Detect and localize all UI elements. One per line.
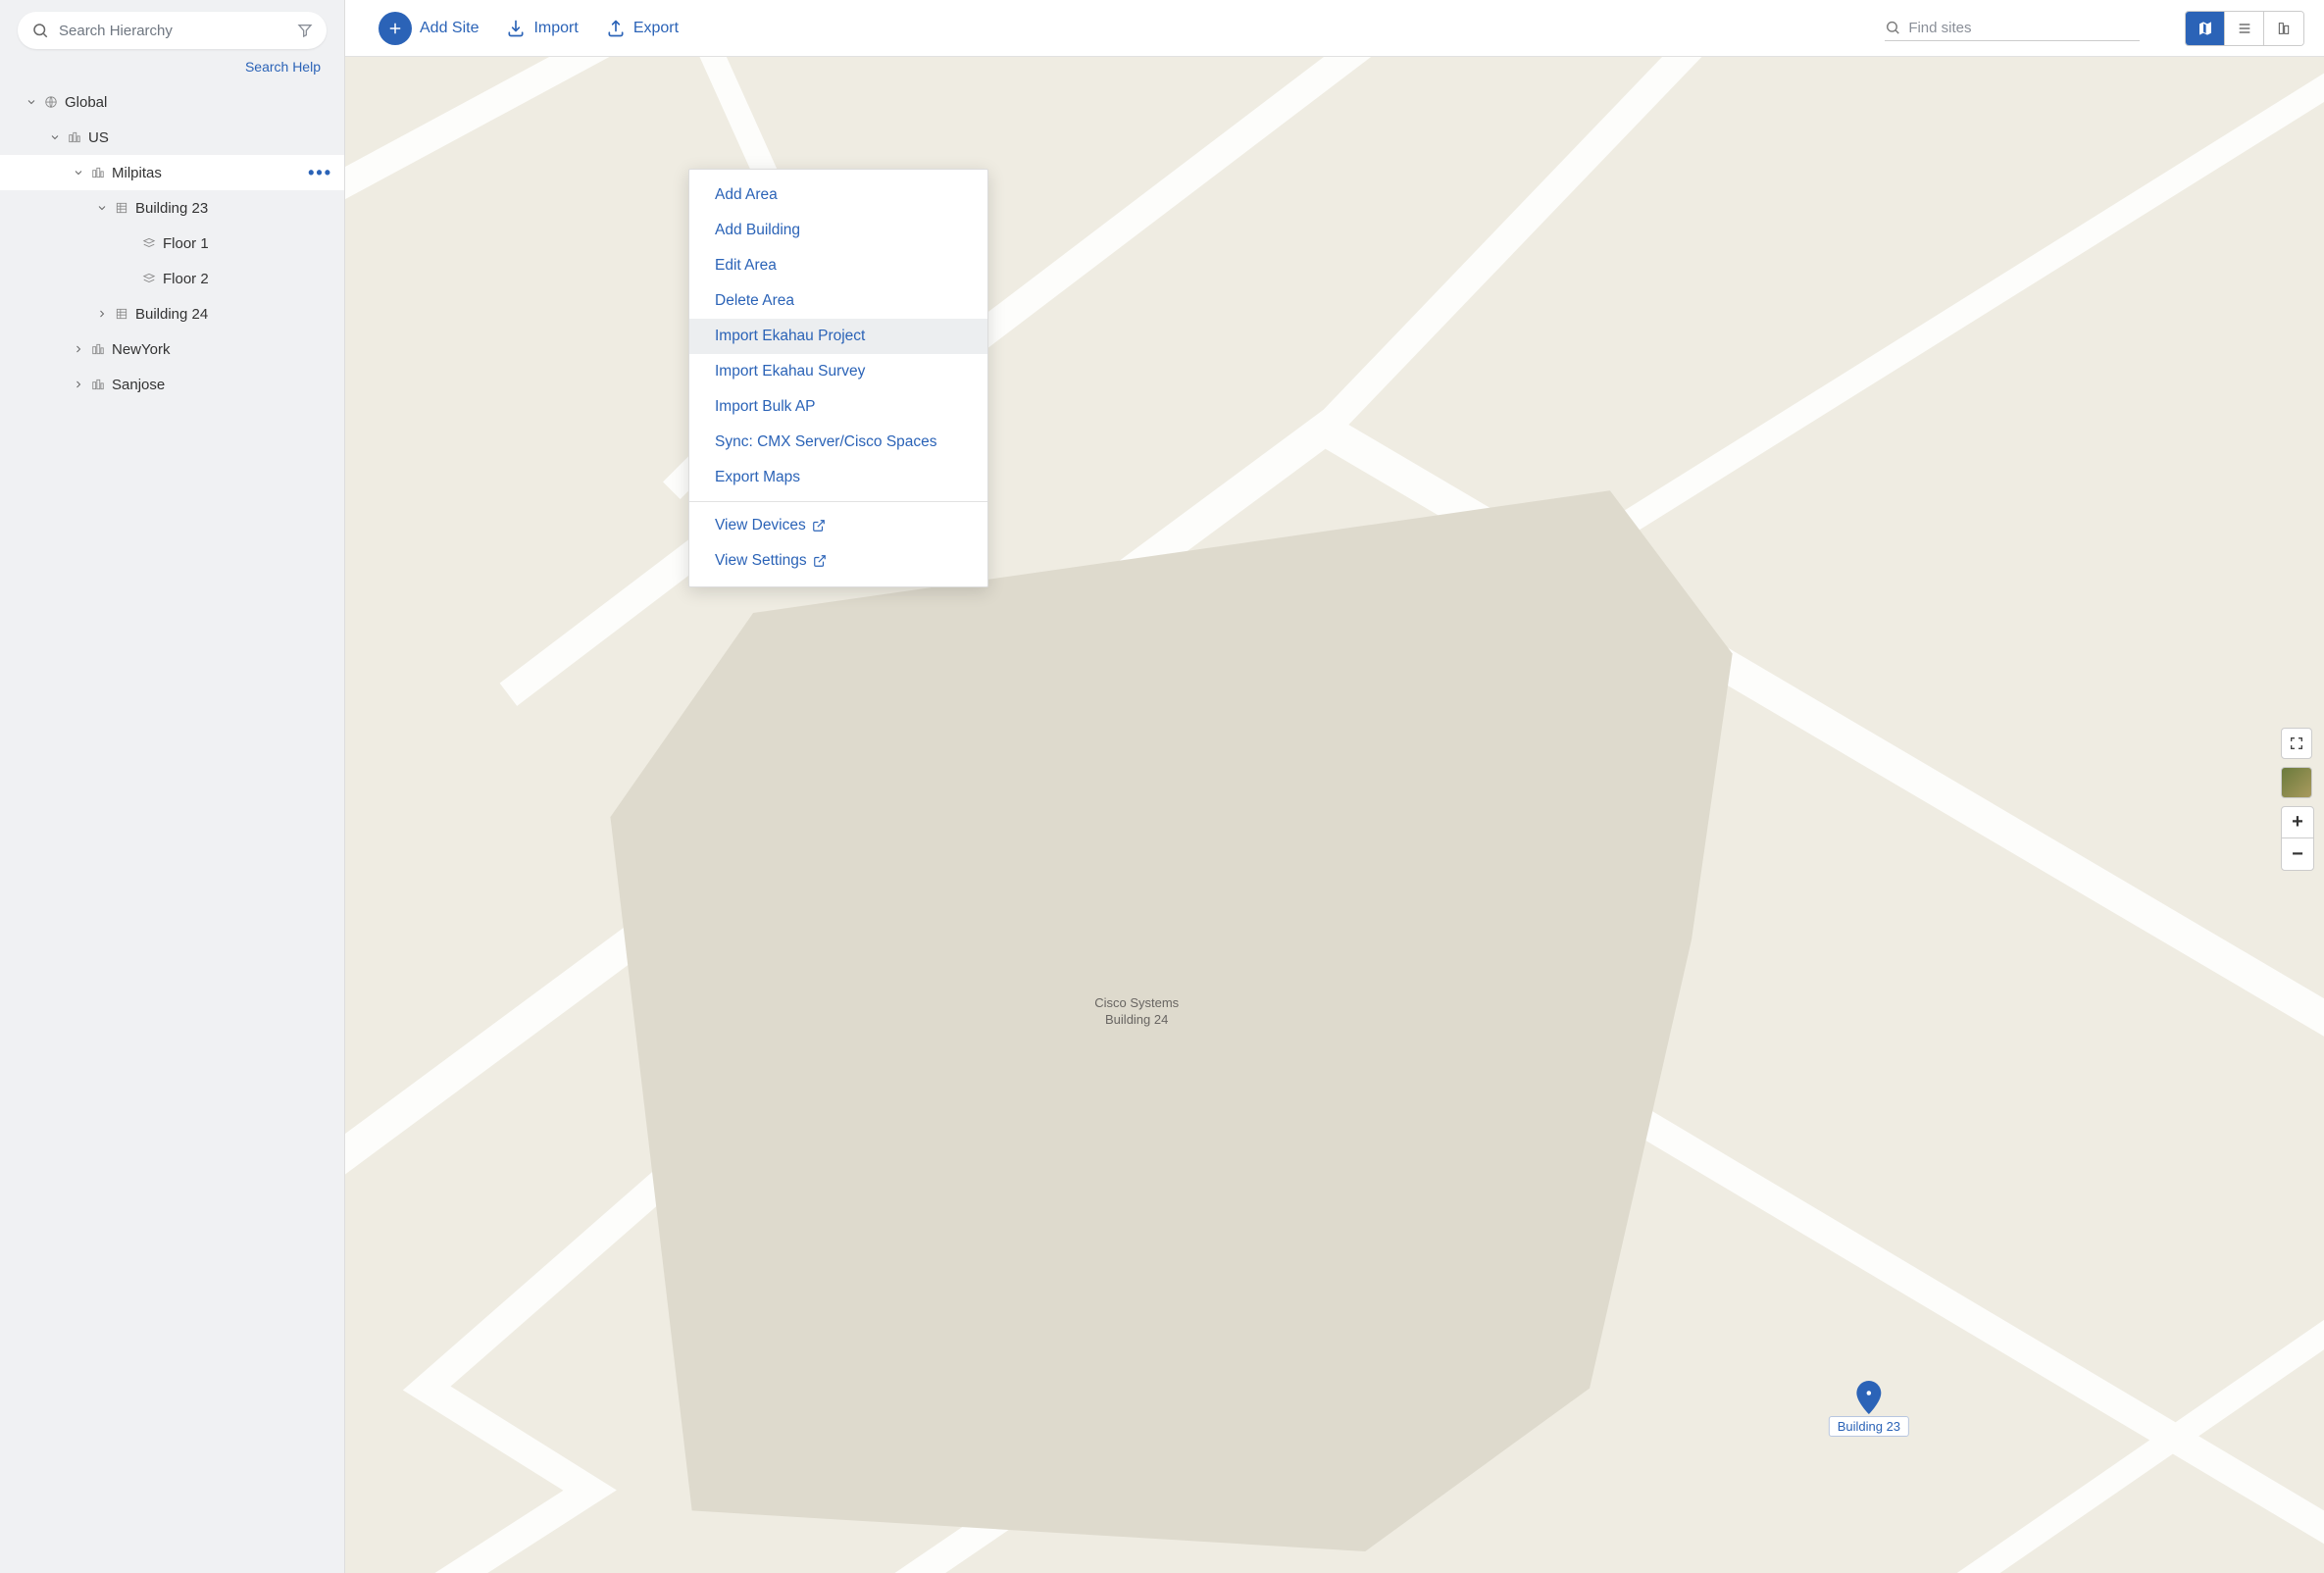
ctx-add-building[interactable]: Add Building <box>689 213 987 248</box>
floor-icon <box>141 272 157 285</box>
map-icon <box>2198 21 2213 36</box>
search-help-link[interactable]: Search Help <box>245 59 321 75</box>
ctx-import-bulk-ap[interactable]: Import Bulk AP <box>689 389 987 425</box>
tree-label: Building 24 <box>135 306 208 323</box>
ctx-import-ekahau-project[interactable]: Import Ekahau Project <box>689 319 987 354</box>
building-view-button[interactable] <box>2264 12 2303 45</box>
add-site-button[interactable]: Add Site <box>379 12 479 45</box>
ctx-sync-cmx[interactable]: Sync: CMX Server/Cisco Spaces <box>689 425 987 460</box>
pin-icon <box>1855 1381 1883 1414</box>
tree-node-building24[interactable]: Building 24 <box>0 296 344 331</box>
marker-label: Building 23 <box>1829 1416 1909 1437</box>
search-hierarchy-box[interactable] <box>18 12 327 49</box>
tree-node-floor2[interactable]: Floor 2 <box>0 261 344 296</box>
zoom-in-button[interactable]: + <box>2282 807 2313 838</box>
plus-icon <box>379 12 412 45</box>
export-label: Export <box>633 20 679 37</box>
chevron-right-icon <box>73 343 84 355</box>
tree-label: Sanjose <box>112 377 165 393</box>
tree-label: Building 23 <box>135 200 208 217</box>
satellite-toggle-button[interactable] <box>2281 767 2312 798</box>
hierarchy-tree: Global US Milpitas ••• Building 23 Floor… <box>0 84 344 1573</box>
tree-node-floor1[interactable]: Floor 1 <box>0 226 344 261</box>
import-label: Import <box>533 20 578 37</box>
tree-node-us[interactable]: US <box>0 120 344 155</box>
map-canvas[interactable]: Cisco SystemsBuilding 24 Building 23 + − <box>345 57 2324 1573</box>
ctx-view-devices[interactable]: View Devices <box>689 508 987 543</box>
search-hierarchy-input[interactable] <box>59 23 297 39</box>
map-background <box>345 57 2324 1573</box>
map-view-button[interactable] <box>2186 12 2225 45</box>
ctx-import-ekahau-survey[interactable]: Import Ekahau Survey <box>689 354 987 389</box>
tree-label: Floor 2 <box>163 271 209 287</box>
list-view-button[interactable] <box>2225 12 2264 45</box>
search-icon <box>31 22 49 39</box>
area-icon <box>90 378 106 391</box>
find-sites-input[interactable] <box>1908 20 2140 36</box>
divider <box>689 501 987 502</box>
chevron-right-icon <box>96 308 108 320</box>
context-menu: Add Area Add Building Edit Area Delete A… <box>688 169 988 587</box>
view-toggle-group <box>2185 11 2304 46</box>
tree-label: Milpitas <box>112 165 162 181</box>
zoom-controls: + − <box>2281 806 2314 871</box>
ctx-edit-area[interactable]: Edit Area <box>689 248 987 283</box>
tree-node-sanjose[interactable]: Sanjose <box>0 367 344 402</box>
building-icon <box>114 201 129 215</box>
chevron-down-icon <box>25 96 37 108</box>
more-options-icon[interactable]: ••• <box>308 163 332 183</box>
area-icon <box>67 130 82 144</box>
building-icon <box>2276 21 2292 36</box>
download-icon <box>506 19 526 38</box>
external-link-icon <box>812 519 826 533</box>
main-content: Add Site Import Export <box>345 0 2324 1573</box>
globe-icon <box>43 95 59 109</box>
tree-node-newyork[interactable]: NewYork <box>0 331 344 367</box>
ctx-add-area[interactable]: Add Area <box>689 178 987 213</box>
list-icon <box>2237 21 2252 36</box>
chevron-down-icon <box>49 131 61 143</box>
search-icon <box>1885 19 1900 36</box>
top-toolbar: Add Site Import Export <box>345 0 2324 57</box>
ctx-export-maps[interactable]: Export Maps <box>689 460 987 495</box>
import-button[interactable]: Import <box>506 19 578 38</box>
tree-label: Global <box>65 94 107 111</box>
find-sites-box[interactable] <box>1885 15 2140 41</box>
tree-label: Floor 1 <box>163 235 209 252</box>
ctx-view-settings[interactable]: View Settings <box>689 543 987 579</box>
building-icon <box>114 307 129 321</box>
chevron-down-icon <box>73 167 84 178</box>
zoom-out-button[interactable]: − <box>2282 838 2313 870</box>
upload-icon <box>606 19 626 38</box>
tree-label: US <box>88 129 109 146</box>
filter-icon[interactable] <box>297 23 313 38</box>
tree-node-milpitas[interactable]: Milpitas ••• <box>0 155 344 190</box>
tree-node-global[interactable]: Global <box>0 84 344 120</box>
area-icon <box>90 342 106 356</box>
floor-icon <box>141 236 157 250</box>
add-site-label: Add Site <box>420 20 479 37</box>
map-marker-building23[interactable]: Building 23 <box>1829 1381 1909 1437</box>
tree-label: NewYork <box>112 341 170 358</box>
map-controls: + − <box>2281 728 2314 871</box>
map-building-label: Cisco SystemsBuilding 24 <box>1094 995 1179 1029</box>
ctx-delete-area[interactable]: Delete Area <box>689 283 987 319</box>
chevron-right-icon <box>73 379 84 390</box>
hierarchy-sidebar: Search Help Global US Milpitas ••• Build <box>0 0 345 1573</box>
export-button[interactable]: Export <box>606 19 679 38</box>
expand-icon <box>2289 736 2304 751</box>
chevron-down-icon <box>96 202 108 214</box>
external-link-icon <box>813 554 827 568</box>
fullscreen-button[interactable] <box>2281 728 2312 759</box>
area-icon <box>90 166 106 179</box>
tree-node-building23[interactable]: Building 23 <box>0 190 344 226</box>
